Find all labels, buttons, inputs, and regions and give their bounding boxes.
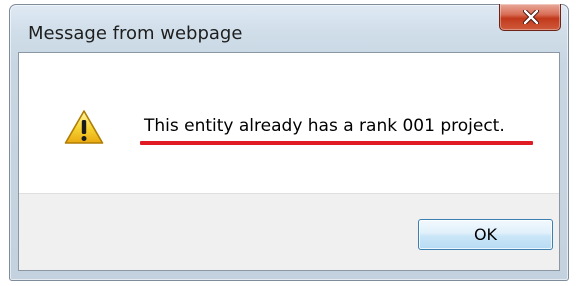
red-annotation-underline [140,141,533,145]
button-bar: OK [19,193,559,270]
warning-icon [64,110,104,144]
message-area: This entity already has a rank 001 proje… [19,53,559,193]
dialog-body: This entity already has a rank 001 proje… [18,52,560,271]
dialog-titlebar[interactable]: Message from webpage [10,4,568,59]
ok-button[interactable]: OK [418,219,553,250]
close-x-icon [523,10,539,24]
screenshot-stage: Message from webpage This entity already… [0,0,577,286]
message-text: This entity already has a rank 001 proje… [144,116,505,136]
dialog-title: Message from webpage [28,23,243,44]
close-button[interactable] [499,4,561,31]
message-dialog: Message from webpage This entity already… [9,4,569,281]
